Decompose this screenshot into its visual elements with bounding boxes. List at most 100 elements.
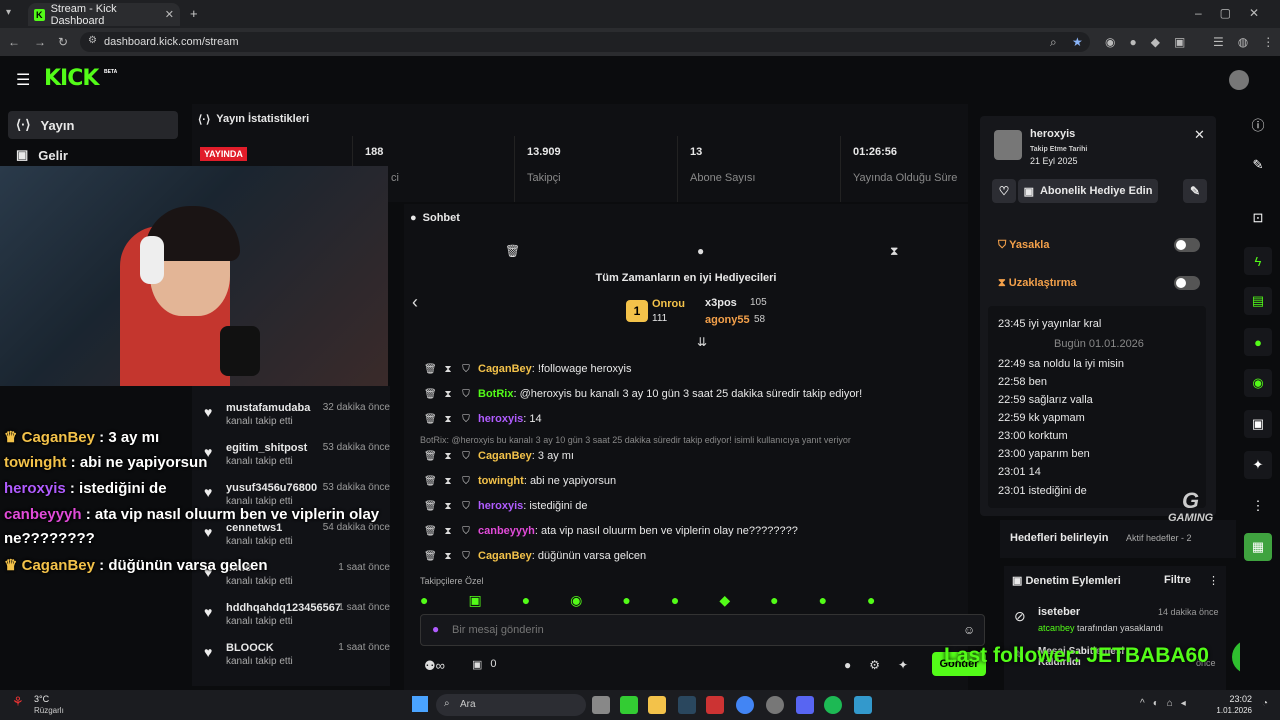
chat-username[interactable]: canbeyyyh bbox=[478, 525, 535, 537]
collapse-icon[interactable]: ⇊ bbox=[697, 335, 707, 349]
task-view-icon[interactable] bbox=[592, 696, 610, 714]
timeout-icon[interactable]: ⧗ bbox=[442, 364, 454, 375]
delete-icon[interactable]: 🗑 bbox=[424, 501, 437, 512]
delete-icon[interactable]: 🗑 bbox=[424, 551, 437, 562]
delete-icon[interactable]: 🗑 bbox=[424, 364, 437, 375]
folder-icon[interactable] bbox=[648, 696, 666, 714]
points-counter[interactable]: ▣ 0 bbox=[472, 658, 497, 671]
heart-button[interactable]: ♡ bbox=[992, 179, 1016, 203]
chat-input[interactable] bbox=[452, 620, 932, 640]
clock-time[interactable]: 23:02 bbox=[1218, 694, 1252, 704]
chat-icon[interactable]: ● bbox=[1244, 328, 1272, 356]
bolt-icon[interactable]: ϟ bbox=[1244, 247, 1272, 275]
sidebar-item-yayin[interactable]: ⟨·⟩ Yayın bbox=[8, 111, 178, 139]
chat-username[interactable]: CaganBey bbox=[478, 550, 532, 562]
tray-icons[interactable]: ^◐⌂◂ bbox=[1140, 698, 1194, 709]
back-icon[interactable]: ← bbox=[8, 35, 20, 49]
chat-message[interactable]: 🗑 ⧗ ⛉ CaganBey: düğünün varsa gelcen bbox=[424, 550, 646, 562]
chat-message[interactable]: 🗑 ⧗ ⛉ towinght: abi ne yapiyorsun bbox=[424, 475, 616, 487]
delete-icon[interactable]: 🗑 bbox=[424, 476, 437, 487]
timeout-icon[interactable]: ⧗ bbox=[442, 451, 454, 462]
notification-icon[interactable]: ◔ bbox=[1262, 698, 1268, 709]
chrome-icon[interactable] bbox=[736, 696, 754, 714]
info-icon[interactable]: ⓘ bbox=[1244, 110, 1272, 138]
focus-icon[interactable]: ⊡ bbox=[1244, 204, 1272, 232]
timeout-icon[interactable]: ⧗ bbox=[442, 414, 454, 425]
tab-list-icon[interactable]: ▾ bbox=[6, 7, 11, 18]
spotify-icon[interactable] bbox=[824, 696, 842, 714]
hourglass-icon[interactable]: ⧗ bbox=[890, 244, 898, 259]
bookmark-star-icon[interactable]: ★ bbox=[1072, 35, 1083, 49]
filter-button[interactable]: Filtre bbox=[1164, 574, 1191, 586]
timeout-toggle[interactable] bbox=[1174, 276, 1200, 290]
browser-tab[interactable]: K Stream - Kick Dashboard ✕ bbox=[28, 3, 180, 27]
zoom-icon[interactable]: ⌕ bbox=[1050, 35, 1057, 50]
chat-message[interactable]: 🗑 ⧗ ⛉ heroxyis: 14 bbox=[424, 413, 542, 425]
delete-icon[interactable]: 🗑 bbox=[424, 526, 437, 537]
live-icon[interactable]: ◉ bbox=[1244, 369, 1272, 397]
browser-menu-icons[interactable]: ☰◍⋮ bbox=[1213, 35, 1280, 49]
goals-active[interactable]: Aktif hedefler - 2 bbox=[1126, 533, 1192, 543]
ban-toggle[interactable] bbox=[1174, 238, 1200, 252]
mic-icon[interactable]: ● bbox=[432, 622, 439, 636]
chat-username[interactable]: CaganBey bbox=[478, 363, 532, 375]
mute-button[interactable]: ✎ bbox=[1183, 179, 1207, 203]
window-controls[interactable]: –▢✕ bbox=[1195, 6, 1277, 20]
save-icon[interactable]: ▣ bbox=[1244, 410, 1272, 438]
site-info-icon[interactable]: ⚙ bbox=[88, 35, 97, 46]
chat-tools-icons[interactable]: ●⚙✦ bbox=[844, 658, 926, 672]
clock-date[interactable]: 1.01.2026 bbox=[1204, 706, 1252, 715]
follower-item[interactable]: ♥ hddhqahdq123456567 kanalı takip etti 1… bbox=[200, 602, 390, 642]
delete-icon[interactable]: 🗑 bbox=[424, 414, 437, 425]
gift-sub-button[interactable]: ▣ Abonelik Hediye Edin bbox=[1018, 179, 1158, 203]
xbox-icon[interactable] bbox=[620, 696, 638, 714]
users-icon[interactable]: ⚉∞ bbox=[424, 658, 445, 674]
timeout-icon[interactable]: ⧗ bbox=[442, 476, 454, 487]
chat-message[interactable]: 🗑 ⧗ ⛉ CaganBey: 3 ay mı bbox=[424, 450, 574, 462]
weather-label[interactable]: Rüzgarlı bbox=[34, 706, 64, 715]
goals-title[interactable]: Hedefleri belirleyin bbox=[1010, 532, 1108, 544]
trash-icon[interactable]: 🗑 bbox=[505, 244, 520, 258]
delete-icon[interactable]: 🗑 bbox=[424, 389, 437, 400]
more-icon[interactable]: ⋮ bbox=[1244, 492, 1272, 520]
obs-icon[interactable] bbox=[766, 696, 784, 714]
url-field[interactable]: dashboard.kick.com/stream bbox=[80, 32, 1090, 52]
menu-icon[interactable]: ☰ bbox=[16, 70, 30, 90]
new-tab-icon[interactable]: + bbox=[190, 6, 198, 21]
document-icon[interactable]: ▤ bbox=[1244, 287, 1272, 315]
windows-start-icon[interactable] bbox=[412, 696, 428, 712]
chat-message[interactable]: 🗑 ⧗ ⛉ canbeyyyh: ata vip nasıl oluurm ben … bbox=[424, 525, 798, 537]
timeout-icon[interactable]: ⧗ bbox=[442, 501, 454, 512]
emoji-icon[interactable]: ☺ bbox=[963, 623, 975, 637]
steam-icon[interactable] bbox=[678, 696, 696, 714]
chat-username[interactable]: heroxyis bbox=[478, 413, 523, 425]
chat-username[interactable]: BotRix bbox=[478, 388, 513, 400]
chat-message[interactable]: 🗑 ⧗ ⛉ heroxyis: istediğini de bbox=[424, 500, 587, 512]
close-icon[interactable]: ✕ bbox=[1194, 127, 1205, 143]
chat-username[interactable]: CaganBey bbox=[478, 450, 532, 462]
back-chevron-icon[interactable]: ‹ bbox=[412, 292, 418, 313]
weather-icon[interactable]: ⚘ bbox=[12, 694, 24, 710]
chat-message[interactable]: 🗑 ⧗ ⛉ BotRix: @heroxyis bu kanalı 3 ay 10 … bbox=[424, 388, 862, 400]
chat-username[interactable]: heroxyis bbox=[478, 500, 523, 512]
avatar[interactable] bbox=[1229, 70, 1249, 90]
weather-temp[interactable]: 3°C bbox=[34, 694, 49, 704]
discord-icon[interactable] bbox=[796, 696, 814, 714]
taskbar-search[interactable]: Ara bbox=[436, 694, 586, 716]
tab-close-icon[interactable]: ✕ bbox=[165, 8, 174, 21]
more-icon[interactable]: ⋮ bbox=[1208, 574, 1219, 587]
chat-username[interactable]: towinght bbox=[478, 475, 524, 487]
chat-icon[interactable]: ● bbox=[697, 244, 704, 258]
sidebar-item-gelir[interactable]: ▣ Gelir bbox=[8, 141, 178, 169]
forward-icon[interactable]: → bbox=[34, 35, 46, 49]
reload-icon[interactable]: ↻ bbox=[58, 35, 68, 49]
timeout-icon[interactable]: ⧗ bbox=[442, 526, 454, 537]
chat-message[interactable]: 🗑 ⧗ ⛉ CaganBey: !followage heroxyis bbox=[424, 363, 631, 375]
emote-row[interactable]: ● ▣ ● ◉ ● ● ◆ ● ● ● bbox=[420, 592, 980, 612]
app-icon-2[interactable] bbox=[854, 696, 872, 714]
extension-icons[interactable]: ◉●◆▣ bbox=[1105, 35, 1199, 49]
wrench-icon[interactable]: ✦ bbox=[1244, 451, 1272, 479]
delete-icon[interactable]: 🗑 bbox=[424, 451, 437, 462]
app-icon[interactable] bbox=[706, 696, 724, 714]
plugin-icon[interactable]: ▦ bbox=[1244, 533, 1272, 561]
